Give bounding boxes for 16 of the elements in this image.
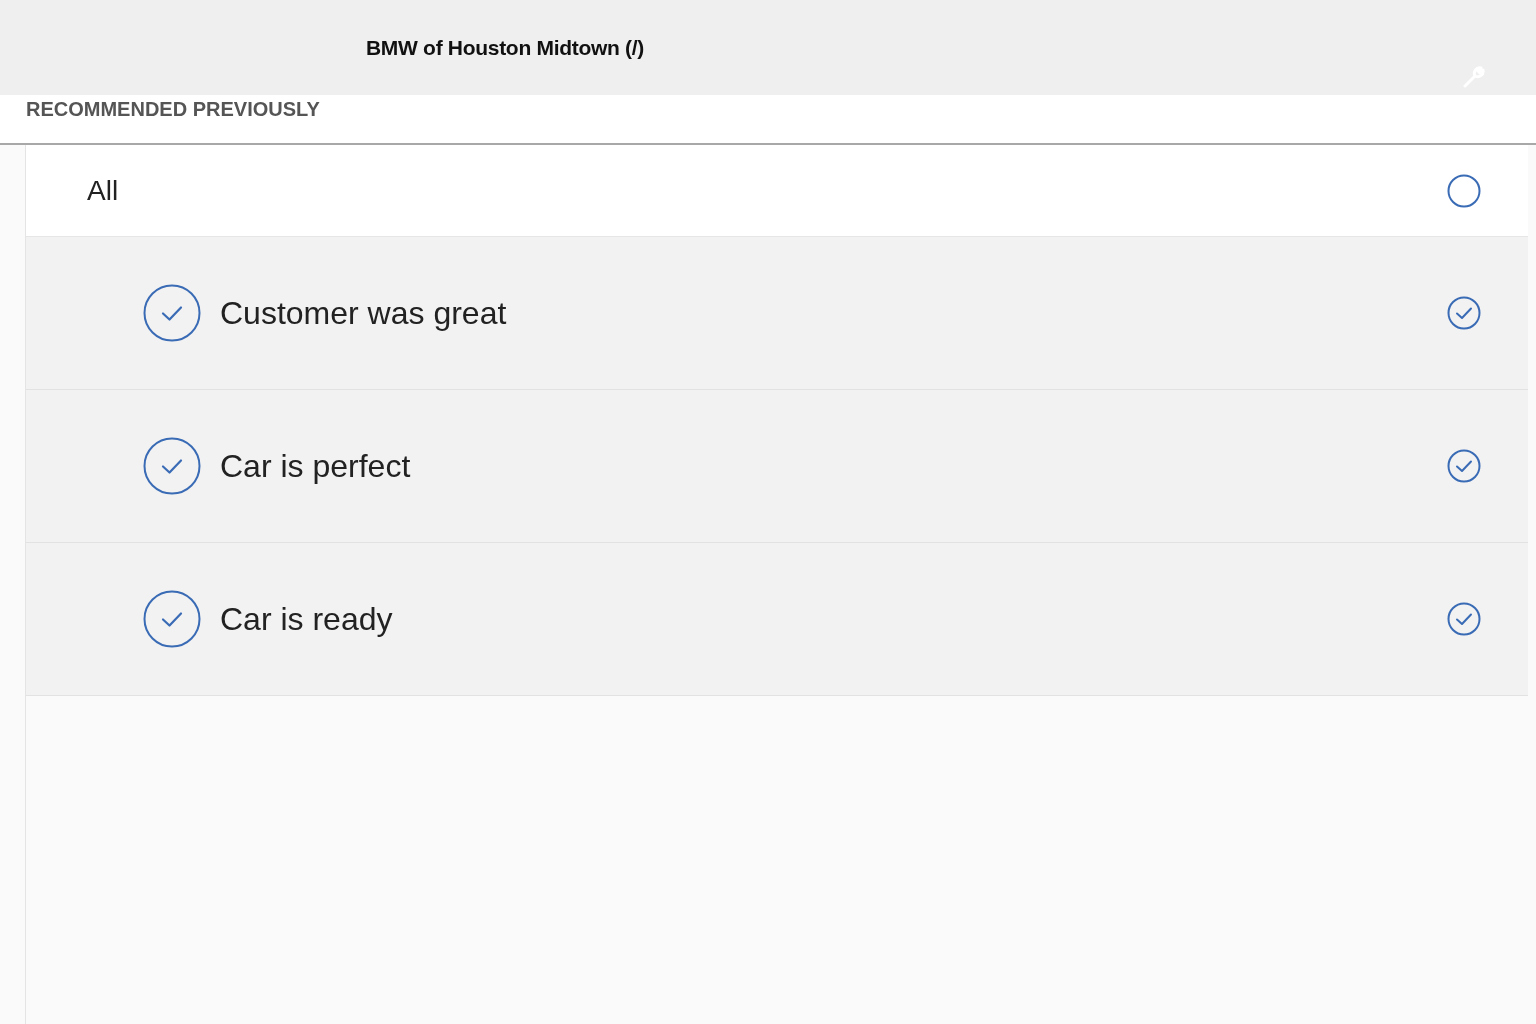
option-label: Car is perfect	[220, 447, 412, 486]
check-circle-icon	[143, 590, 201, 648]
option-label: Car is ready	[220, 600, 394, 639]
option-label: Customer was great	[220, 294, 508, 333]
section-heading: RECOMMENDED PREVIOUSLY	[26, 98, 320, 120]
check-circle-icon	[143, 284, 201, 342]
option-row[interactable]: Car is ready	[26, 543, 1528, 696]
option-label: All	[87, 173, 120, 208]
header-title: BMW of Houston Midtown (/)	[366, 34, 644, 61]
checkbox[interactable]	[1447, 296, 1481, 330]
check-circle-icon	[143, 437, 201, 495]
checkbox[interactable]	[1447, 449, 1481, 483]
option-row[interactable]: Customer was great	[26, 237, 1528, 390]
checkbox[interactable]	[1447, 173, 1481, 208]
checkbox[interactable]	[1447, 602, 1481, 636]
option-row[interactable]: Car is perfect	[26, 390, 1528, 543]
